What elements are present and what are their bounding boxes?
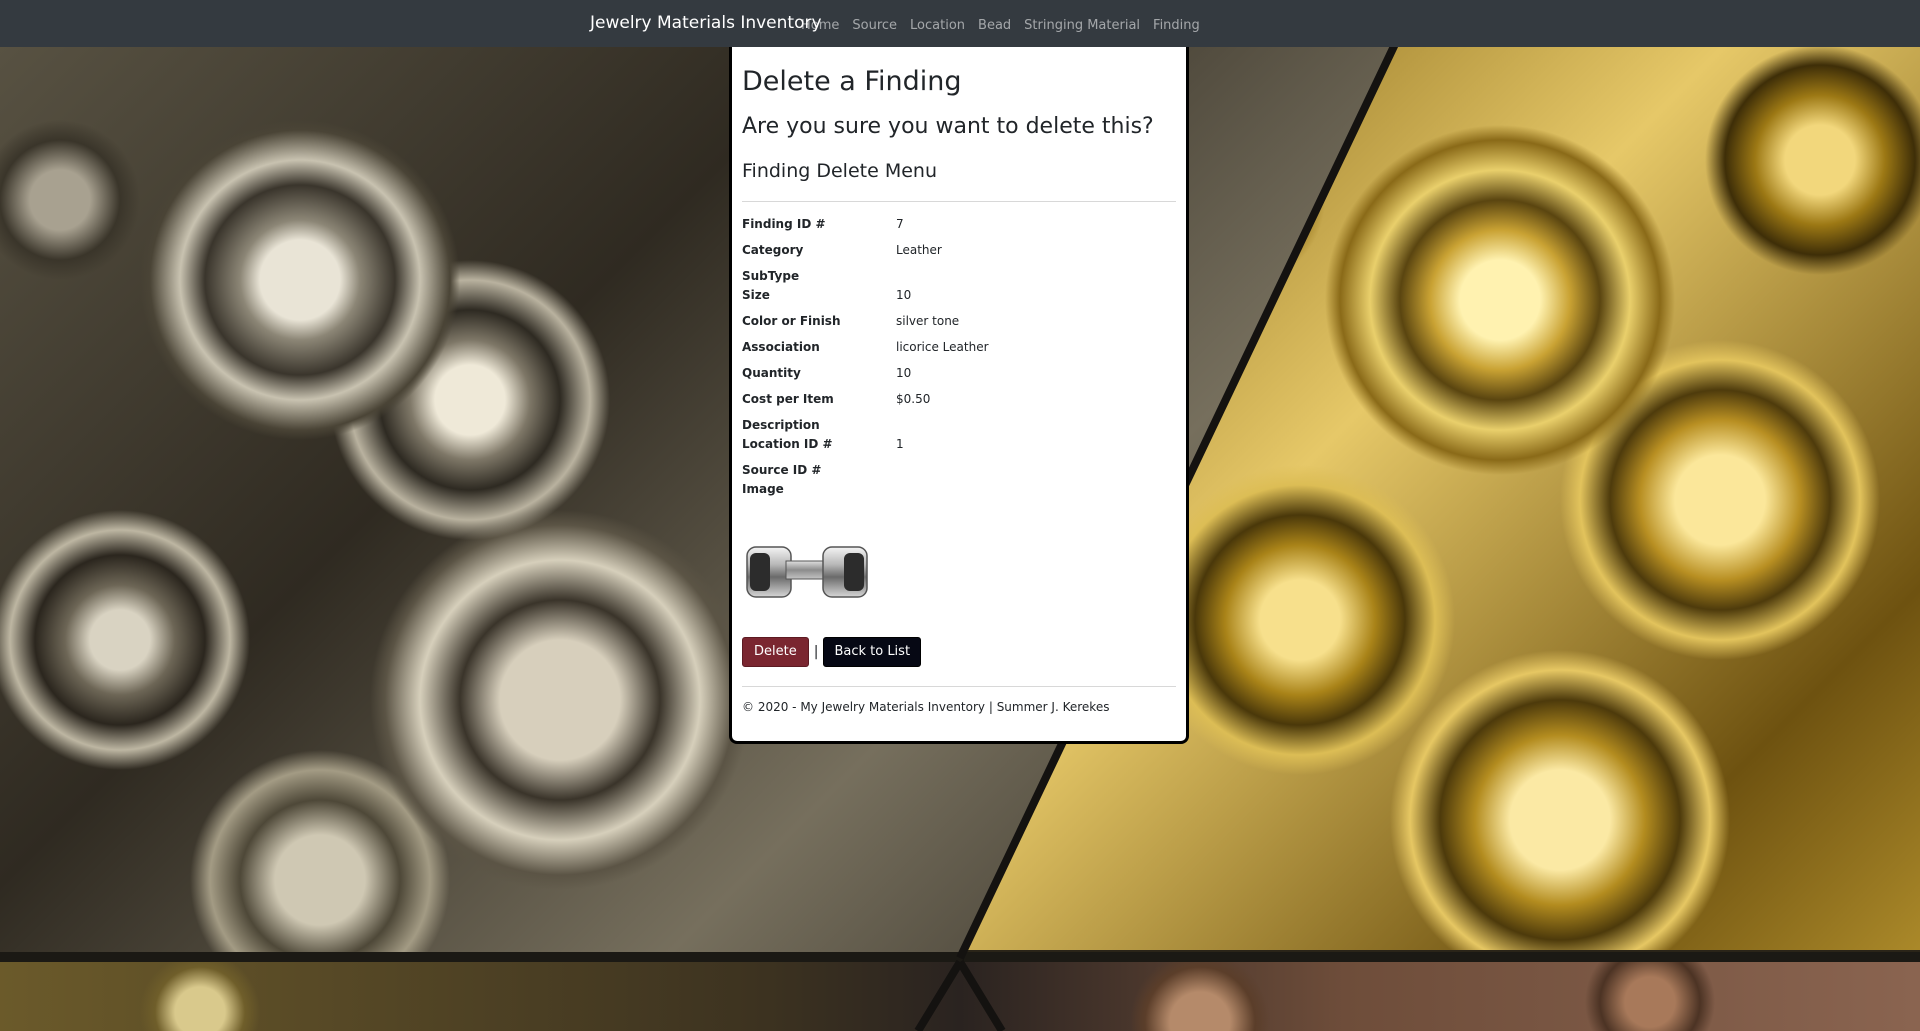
detail-label: Color or Finish: [742, 314, 841, 328]
detail-label: Source ID #: [742, 463, 822, 477]
detail-row-location-id: Location ID # 1: [742, 435, 1176, 454]
nav-item-stringing-material: Stringing Material: [1024, 14, 1140, 33]
nav-item-bead: Bead: [978, 14, 1011, 33]
detail-row-category: Category Leather: [742, 241, 1176, 260]
nav-item-finding: Finding: [1153, 14, 1200, 33]
detail-value: 7: [896, 217, 904, 231]
nav-link-bead[interactable]: Bead: [978, 18, 1011, 33]
nav-link-home[interactable]: Home: [801, 18, 839, 33]
finding-details: Finding ID # 7 Category Leather SubType …: [742, 215, 1176, 499]
detail-row-subtype: SubType: [742, 267, 1176, 286]
detail-row-source-id: Source ID #: [742, 461, 1176, 480]
detail-value: licorice Leather: [896, 340, 989, 354]
detail-label: Association: [742, 340, 820, 354]
detail-value: 10: [896, 288, 912, 302]
nav-item-location: Location: [910, 14, 965, 33]
detail-row-quantity: Quantity 10: [742, 364, 1176, 383]
detail-row-finding-id: Finding ID # 7: [742, 215, 1176, 234]
detail-value: silver tone: [896, 314, 960, 328]
detail-label: Image: [742, 482, 784, 496]
nav-link-source[interactable]: Source: [852, 18, 897, 33]
detail-row-description: Description: [742, 416, 1176, 435]
detail-label: Size: [742, 288, 770, 302]
silver-crimp-clasp-image: [742, 517, 872, 617]
footer-copyright: © 2020 - My Jewelry Materials Inventory …: [742, 700, 1110, 714]
detail-label: Location ID #: [742, 437, 833, 451]
detail-value: 10: [896, 366, 912, 380]
confirm-heading: Are you sure you want to delete this?: [742, 114, 1154, 139]
detail-value: $0.50: [896, 392, 931, 406]
nav-links: Home Source Location Bead Stringing Mate…: [801, 0, 1213, 47]
detail-row-image: Image: [742, 480, 1176, 499]
footer-divider: [742, 686, 1176, 687]
nav-link-location[interactable]: Location: [910, 18, 965, 33]
detail-label: Category: [742, 243, 804, 257]
nav-link-finding[interactable]: Finding: [1153, 18, 1200, 33]
detail-row-cost: Cost per Item $0.50: [742, 390, 1176, 409]
detail-label: Finding ID #: [742, 217, 826, 231]
detail-value: Leather: [896, 243, 942, 257]
detail-row-color-finish: Color or Finish silver tone: [742, 312, 1176, 331]
detail-row-size: Size 10: [742, 286, 1176, 305]
top-navbar: Jewelry Materials Inventory Home Source …: [0, 0, 1920, 47]
nav-item-home: Home: [801, 14, 839, 33]
detail-value: 1: [896, 437, 904, 451]
page-title: Delete a Finding: [742, 66, 962, 97]
delete-button[interactable]: Delete: [742, 637, 809, 667]
detail-label: Cost per Item: [742, 392, 834, 406]
action-separator: |: [813, 644, 819, 660]
divider: [742, 201, 1176, 202]
detail-label: SubType: [742, 269, 800, 283]
form-actions: Delete | Back to List: [742, 637, 1176, 667]
brand-link[interactable]: Jewelry Materials Inventory: [590, 0, 822, 47]
nav-item-source: Source: [852, 14, 897, 33]
delete-finding-card: Delete a Finding Are you sure you want t…: [729, 47, 1189, 744]
nav-link-stringing-material[interactable]: Stringing Material: [1024, 18, 1140, 33]
section-subtitle: Finding Delete Menu: [742, 160, 937, 182]
back-to-list-button[interactable]: Back to List: [823, 637, 922, 667]
detail-label: Quantity: [742, 366, 801, 380]
detail-label: Description: [742, 418, 820, 432]
detail-row-association: Association licorice Leather: [742, 338, 1176, 357]
